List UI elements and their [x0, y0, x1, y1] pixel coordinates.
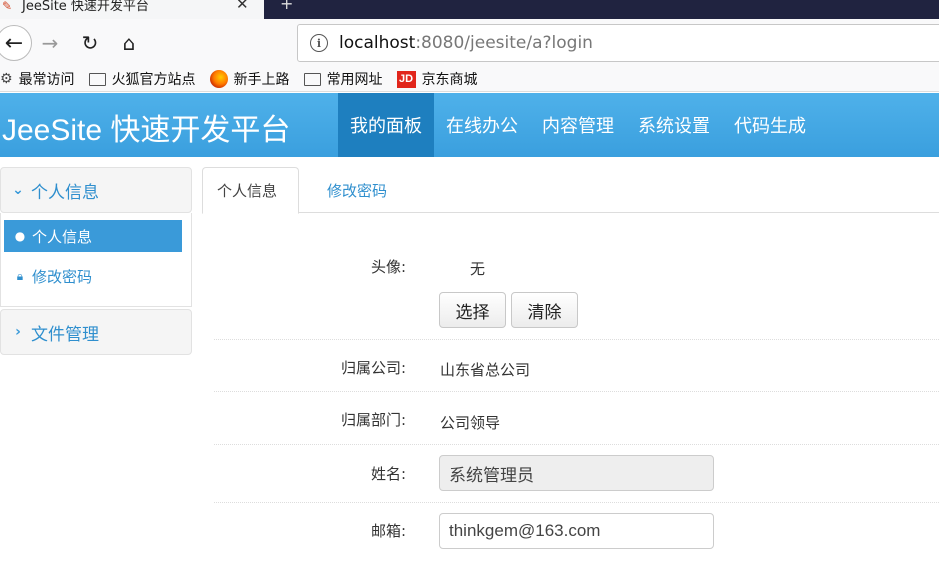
chevron-right-icon: › — [15, 324, 21, 340]
bookmark-common-sites[interactable]: 常用网址 — [303, 69, 383, 89]
sidebar-group-file-management[interactable]: › 文件管理 — [0, 309, 192, 355]
bookmark-label: 火狐官方站点 — [111, 72, 196, 88]
user-icon: ● — [14, 229, 26, 243]
bookmark-label: 最常访问 — [18, 72, 75, 88]
department-value: 公司领导 — [440, 414, 501, 432]
nav-online-office[interactable]: 在线办公 — [434, 93, 530, 157]
forward-arrow-icon[interactable]: → — [34, 27, 66, 59]
page-favicon-icon: ✎ — [2, 0, 13, 13]
nav-system-settings[interactable]: 系统设置 — [626, 93, 722, 157]
browser-tab[interactable]: ✎ JeeSite 快速开发平台 ✕ — [0, 0, 264, 19]
reload-icon[interactable]: ↻ — [74, 27, 106, 59]
app-brand[interactable]: JeeSite 快速开发平台 — [2, 105, 290, 149]
sidebar-group-title: 个人信息 — [31, 182, 99, 203]
sidebar-group-personal-info[interactable]: ⌄ 个人信息 — [0, 167, 192, 213]
bookmark-firefox-official[interactable]: 火狐官方站点 — [88, 69, 196, 89]
url-host: localhost — [339, 33, 416, 53]
chevron-down-icon: ⌄ — [12, 182, 24, 198]
tab-personal-info[interactable]: 个人信息 — [202, 167, 299, 214]
email-field[interactable]: thinkgem@163.com — [439, 513, 714, 549]
sidebar-item-personal-info[interactable]: ● 个人信息 — [4, 220, 182, 252]
sidebar-item-label: 修改密码 — [32, 267, 93, 286]
home-icon[interactable]: ⌂ — [113, 27, 145, 59]
name-label: 姓名: — [370, 465, 406, 483]
email-label: 邮箱: — [370, 522, 406, 540]
sidebar-item-label: 个人信息 — [32, 227, 93, 246]
main-content: 个人信息 修改密码 头像: 无 选择 清除 归属公司: 山东省总公司 归属部门:… — [192, 157, 939, 549]
browser-toolbar: ← → ↻ ⌂ i localhost :8080/jeesite/a?logi… — [0, 19, 939, 67]
browser-tab-title: JeeSite 快速开发平台 — [22, 0, 149, 14]
bookmarks-toolbar: ⚙ 最常访问 火狐官方站点 新手上路 常用网址 JD 京东商城 — [0, 67, 939, 92]
sidebar: ⌄ 个人信息 ● 个人信息 🔒︎ 修改密码 › 文件管理 — [0, 167, 192, 355]
avatar-label: 头像: — [370, 258, 406, 276]
url-path: :8080/jeesite/a?login — [415, 33, 593, 53]
company-label: 归属公司: — [340, 359, 406, 377]
select-button[interactable]: 选择 — [439, 292, 506, 328]
folder-icon — [303, 72, 321, 86]
form-row-company: 归属公司: 山东省总公司 — [214, 340, 939, 392]
folder-icon — [88, 72, 106, 86]
firefox-icon — [209, 70, 228, 88]
main-nav: 我的面板 在线办公 内容管理 系统设置 代码生成 — [338, 93, 818, 157]
jd-logo-icon: JD — [396, 70, 416, 88]
new-tab-icon[interactable]: + — [280, 0, 293, 13]
lock-icon: 🔒︎ — [16, 268, 24, 283]
bookmark-most-visited[interactable]: ⚙ 最常访问 — [0, 69, 75, 89]
bookmark-label: 京东商城 — [421, 72, 478, 88]
nav-my-panel[interactable]: 我的面板 — [338, 93, 434, 157]
address-bar[interactable]: i localhost :8080/jeesite/a?login — [297, 24, 939, 62]
name-field[interactable]: 系统管理员 — [439, 455, 714, 491]
avatar-value: 无 — [470, 260, 486, 278]
sidebar-group-body: ● 个人信息 🔒︎ 修改密码 — [0, 213, 192, 307]
close-tab-icon[interactable]: ✕ — [236, 0, 249, 13]
sidebar-group-title: 文件管理 — [31, 324, 99, 345]
sidebar-item-change-password[interactable]: 🔒︎ 修改密码 — [4, 260, 182, 292]
back-arrow-icon[interactable]: ← — [0, 25, 32, 61]
browser-tab-bar: ✎ JeeSite 快速开发平台 ✕ + — [0, 0, 939, 19]
clear-button[interactable]: 清除 — [511, 292, 578, 328]
company-value: 山东省总公司 — [440, 361, 531, 379]
bookmark-label: 常用网址 — [326, 72, 383, 88]
bookmark-label: 新手上路 — [233, 72, 290, 88]
nav-content-management[interactable]: 内容管理 — [530, 93, 626, 157]
site-info-icon[interactable]: i — [310, 34, 328, 52]
form-row-department: 归属部门: 公司领导 — [214, 392, 939, 445]
gear-icon: ⚙ — [0, 71, 13, 87]
app-header: JeeSite 快速开发平台 我的面板 在线办公 内容管理 系统设置 代码生成 — [0, 93, 939, 157]
form-row-name: 姓名: 系统管理员 — [214, 445, 939, 503]
bookmark-getting-started[interactable]: 新手上路 — [209, 69, 290, 89]
form-row-email: 邮箱: thinkgem@163.com — [214, 503, 939, 563]
form-row-avatar: 头像: 无 选择 清除 — [214, 237, 939, 340]
nav-code-generation[interactable]: 代码生成 — [722, 93, 818, 157]
content-tabs: 个人信息 修改密码 — [202, 167, 939, 214]
bookmark-jd[interactable]: JD 京东商城 — [396, 69, 478, 89]
department-label: 归属部门: — [340, 411, 406, 429]
tab-change-password[interactable]: 修改密码 — [313, 167, 401, 213]
